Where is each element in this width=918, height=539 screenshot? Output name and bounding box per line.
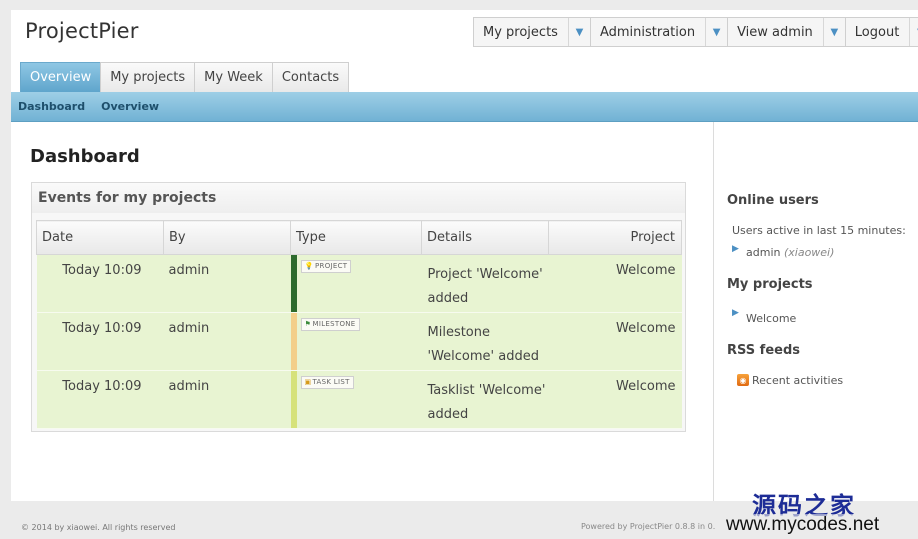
online-user-alias: (xiaowei) [783, 246, 835, 259]
menu-view-admin[interactable]: View admin ▼ [728, 18, 846, 46]
flag-icon: ⚑ [304, 320, 312, 328]
sub-navigation: Dashboard Overview [11, 92, 918, 122]
type-badge-label: MILESTONE [312, 320, 356, 328]
column-header-project[interactable]: Project [548, 220, 682, 255]
menu-my-projects[interactable]: My projects ▼ [474, 18, 591, 46]
page-title: Dashboard [30, 146, 140, 167]
chevron-down-icon[interactable]: ▼ [705, 18, 727, 46]
event-user-link[interactable]: admin [163, 370, 291, 429]
watermark-url: www.mycodes.net [726, 514, 880, 536]
column-header-type[interactable]: Type [290, 220, 422, 255]
main-tabs: Overview My projects My Week Contacts [20, 62, 350, 92]
table-header-row: Date By Type Details Project [36, 220, 682, 255]
event-project-link[interactable]: Welcome [548, 254, 682, 313]
event-date: Today 10:09 [36, 254, 164, 313]
menu-logout[interactable]: Logout ▼ [846, 18, 918, 46]
menu-logout-label[interactable]: Logout [846, 25, 910, 40]
footer-powered-by: Powered by ProjectPier 0.8.8 in 0. [581, 522, 716, 531]
tab-overview[interactable]: Overview [20, 62, 102, 92]
my-projects-heading: My projects [727, 277, 813, 292]
type-badge: ▣TASK LIST [300, 376, 354, 389]
bullet-icon: ▶ [732, 244, 739, 254]
online-user-name[interactable]: admin [746, 246, 780, 259]
account-menu: My projects ▼ Administration ▼ View admi… [473, 17, 918, 47]
events-heading: Events for my projects [32, 183, 685, 213]
table-row: Today 10:09 admin ▣TASK LIST Tasklist 'W… [36, 370, 682, 429]
rss-icon: ◉ [737, 374, 749, 386]
subnav-overview[interactable]: Overview [101, 100, 159, 113]
app-logo[interactable]: ProjectPier [25, 19, 139, 43]
table-row: Today 10:09 admin ⚑MILESTONE Milestone '… [36, 312, 682, 371]
tab-contacts[interactable]: Contacts [271, 62, 350, 92]
rss-recent-activities-link[interactable]: Recent activities [752, 374, 843, 387]
rss-heading: RSS feeds [727, 343, 801, 358]
type-badge-label: TASK LIST [312, 378, 350, 386]
event-type-cell: ⚑MILESTONE [290, 312, 422, 371]
online-users-note: Users active in last 15 minutes: [732, 224, 906, 237]
page-container: ProjectPier My projects ▼ Administration… [11, 10, 918, 501]
menu-administration[interactable]: Administration ▼ [591, 18, 729, 46]
main-content: Dashboard Events for my projects Date By… [11, 122, 714, 501]
event-project-link[interactable]: Welcome [548, 312, 682, 371]
event-date: Today 10:09 [36, 370, 164, 429]
event-type-cell: ▣TASK LIST [290, 370, 422, 429]
tab-my-week[interactable]: My Week [194, 62, 273, 92]
events-panel: Events for my projects Date By Type Deta… [31, 182, 686, 432]
bullet-icon: ▶ [732, 308, 739, 318]
event-details-link[interactable]: Project 'Welcome' added [421, 254, 549, 313]
column-header-by[interactable]: By [163, 220, 291, 255]
menu-my-projects-label[interactable]: My projects [474, 25, 568, 40]
table-row: Today 10:09 admin 💡 PROJECT Project 'Wel… [36, 254, 682, 313]
type-color-bar [290, 255, 297, 312]
footer-copyright: © 2014 by xiaowei. All rights reserved [21, 523, 176, 532]
sidebar: Online users Users active in last 15 min… [727, 122, 918, 501]
online-user-item[interactable]: admin (xiaowei) [746, 246, 834, 259]
type-badge: 💡 PROJECT [300, 260, 352, 273]
tasklist-icon: ▣ [304, 378, 312, 386]
column-header-details[interactable]: Details [421, 220, 549, 255]
chevron-down-icon[interactable]: ▼ [822, 18, 845, 46]
menu-view-admin-label[interactable]: View admin [728, 25, 823, 40]
event-user-link[interactable]: admin [163, 254, 291, 313]
chevron-down-icon[interactable]: ▼ [567, 18, 590, 46]
event-details-link[interactable]: Milestone 'Welcome' added [421, 312, 549, 371]
event-project-link[interactable]: Welcome [548, 370, 682, 429]
event-date: Today 10:09 [36, 312, 164, 371]
subnav-dashboard[interactable]: Dashboard [18, 100, 85, 113]
type-color-bar [290, 371, 297, 428]
menu-administration-label[interactable]: Administration [591, 25, 705, 40]
column-header-date[interactable]: Date [36, 220, 164, 255]
events-table: Date By Type Details Project Today 10:09… [36, 220, 682, 429]
event-type-cell: 💡 PROJECT [290, 254, 422, 313]
chevron-down-icon[interactable]: ▼ [909, 18, 918, 46]
sidebar-project-link[interactable]: Welcome [746, 312, 796, 325]
online-users-heading: Online users [727, 193, 819, 208]
type-color-bar [290, 313, 297, 370]
event-user-link[interactable]: admin [163, 312, 291, 371]
type-badge-label: PROJECT [315, 262, 348, 270]
tab-my-projects[interactable]: My projects [100, 62, 196, 92]
type-badge: ⚑MILESTONE [300, 318, 360, 331]
event-details-link[interactable]: Tasklist 'Welcome' added [421, 370, 549, 429]
lightbulb-icon: 💡 [304, 262, 314, 270]
